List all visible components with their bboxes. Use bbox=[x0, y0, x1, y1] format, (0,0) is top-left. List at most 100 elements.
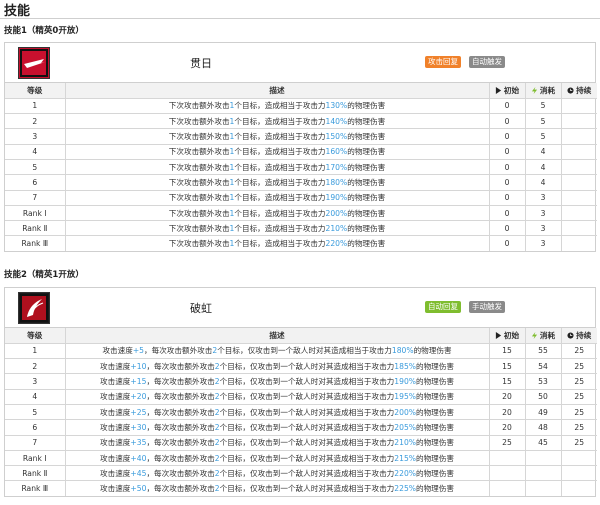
description-text: 个目标，仅攻击到一个敌人时对其造成相当于攻击力 bbox=[219, 377, 395, 387]
row-description: 攻击速度+5，每次攻击额外攻击2个目标，仅攻击到一个敌人时对其造成相当于攻击力1… bbox=[65, 343, 490, 360]
description-text: 下次攻击额外攻击 bbox=[168, 147, 230, 157]
description-text: 下次攻击额外攻击 bbox=[168, 101, 230, 111]
row-cost: 50 bbox=[525, 389, 562, 405]
row-initial bbox=[489, 480, 526, 497]
description-text: 的物理伤害 bbox=[347, 177, 386, 187]
description-value: +40 bbox=[130, 453, 147, 463]
table-row: Rank Ⅰ 下次攻击额外攻击1个目标，造成相当于攻击力200%的物理伤害 0 3 bbox=[5, 205, 597, 222]
row-level: 4 bbox=[5, 389, 66, 405]
row-duration bbox=[561, 236, 597, 251]
description-text: 的物理伤害 bbox=[416, 377, 454, 387]
row-description: 攻击速度+45，每次攻击额外攻击2个目标，仅攻击到一个敌人时对其造成相当于攻击力… bbox=[65, 465, 490, 482]
description-value: 185% bbox=[394, 361, 416, 371]
row-initial: 20 bbox=[489, 419, 526, 436]
table-row: 7 下次攻击额外攻击1个目标，造成相当于攻击力190%的物理伤害 0 3 bbox=[5, 190, 597, 206]
description-text: 的物理伤害 bbox=[416, 468, 454, 478]
row-initial: 25 bbox=[489, 435, 526, 451]
skill1-section-label: 技能1（精英0开放） bbox=[4, 26, 84, 36]
skill2-table: 等级 描述 初始 消耗 持续 1 攻击速度+5，每次攻击额外攻击2个目标，仅攻击到… bbox=[5, 328, 597, 497]
description-text: 个目标，仅攻击到一个敌人时对其造成相当于攻击力 bbox=[219, 361, 395, 371]
table-row: 2 攻击速度+10，每次攻击额外攻击2个目标，仅攻击到一个敌人时对其造成相当于攻击… bbox=[5, 358, 597, 375]
skill1-table: 等级 描述 初始 消耗 持续 1 下次攻击额外攻击1个目标，造成相当于攻击力130… bbox=[5, 83, 597, 252]
description-text: 个目标，造成相当于攻击力 bbox=[234, 132, 326, 142]
description-text: 个目标，仅攻击到一个敌人时对其造成相当于攻击力 bbox=[219, 438, 395, 448]
description-value: 140% bbox=[325, 116, 348, 126]
row-cost: 3 bbox=[525, 205, 562, 222]
col-desc: 描述 bbox=[65, 328, 490, 344]
description-text: ，每次攻击额外攻击 bbox=[146, 484, 215, 494]
row-initial: 0 bbox=[489, 144, 526, 160]
description-text: 攻击速度 bbox=[100, 422, 131, 432]
col-initial: 初始 bbox=[489, 83, 526, 99]
row-level: 1 bbox=[5, 98, 66, 115]
row-description: 下次攻击额外攻击1个目标，造成相当于攻击力190%的物理伤害 bbox=[65, 190, 490, 206]
row-duration bbox=[561, 174, 597, 191]
description-value: 220% bbox=[394, 468, 416, 478]
row-cost: 54 bbox=[525, 358, 562, 375]
description-text: ，每次攻击额外攻击 bbox=[146, 392, 215, 402]
col-initial: 初始 bbox=[489, 328, 526, 344]
description-text: 的物理伤害 bbox=[347, 223, 386, 233]
row-description: 攻击速度+50，每次攻击额外攻击2个目标，仅攻击到一个敌人时对其造成相当于攻击力… bbox=[65, 480, 490, 497]
skill2-section-label: 技能2（精英1开放） bbox=[4, 270, 84, 280]
table-row: Rank Ⅲ 下次攻击额外攻击1个目标，造成相当于攻击力220%的物理伤害 0 3 bbox=[5, 235, 597, 252]
description-value: 160% bbox=[325, 147, 348, 157]
row-level: Rank Ⅱ bbox=[5, 465, 66, 482]
col-cost: 消耗 bbox=[525, 83, 562, 99]
description-text: ，每次攻击额外攻击 bbox=[144, 346, 213, 356]
description-text: 个目标，仅攻击到一个敌人时对其造成相当于攻击力 bbox=[219, 407, 395, 417]
row-cost: 3 bbox=[525, 190, 562, 206]
table-row: 1 下次攻击额外攻击1个目标，造成相当于攻击力130%的物理伤害 0 5 bbox=[5, 98, 597, 115]
row-duration bbox=[561, 220, 597, 237]
row-initial: 0 bbox=[489, 128, 526, 145]
row-description: 攻击速度+20，每次攻击额外攻击2个目标，仅攻击到一个敌人时对其造成相当于攻击力… bbox=[65, 389, 490, 405]
description-text: 的物理伤害 bbox=[347, 239, 386, 249]
row-duration: 25 bbox=[561, 358, 597, 375]
description-value: 190% bbox=[394, 377, 416, 387]
description-text: ，每次攻击额外攻击 bbox=[146, 438, 215, 448]
page-title: 技能 bbox=[4, 4, 31, 19]
row-initial: 0 bbox=[489, 159, 526, 176]
row-cost: 4 bbox=[525, 159, 562, 176]
row-initial: 0 bbox=[489, 98, 526, 115]
col-duration: 持续 bbox=[561, 328, 597, 344]
row-duration: 25 bbox=[561, 404, 597, 421]
description-value: +5 bbox=[132, 346, 145, 356]
row-level: Rank Ⅰ bbox=[5, 450, 66, 467]
row-duration bbox=[561, 159, 597, 176]
row-cost: 49 bbox=[525, 404, 562, 421]
row-duration: 25 bbox=[561, 419, 597, 436]
row-initial: 15 bbox=[489, 343, 526, 360]
description-text: 个目标，造成相当于攻击力 bbox=[234, 116, 326, 126]
description-value: 130% bbox=[325, 101, 348, 111]
row-initial: 0 bbox=[489, 113, 526, 130]
description-text: 个目标，造成相当于攻击力 bbox=[234, 177, 326, 187]
description-value: +50 bbox=[130, 484, 147, 494]
description-value: 170% bbox=[325, 162, 348, 172]
col-level: 等级 bbox=[5, 83, 66, 99]
row-level: 1 bbox=[5, 343, 66, 360]
table-row: 2 下次攻击额外攻击1个目标，造成相当于攻击力140%的物理伤害 0 5 bbox=[5, 113, 597, 130]
row-initial bbox=[489, 450, 526, 467]
row-level: 2 bbox=[5, 358, 66, 375]
description-text: 攻击速度 bbox=[100, 407, 131, 417]
description-value: 190% bbox=[325, 193, 348, 203]
row-description: 攻击速度+15，每次攻击额外攻击2个目标，仅攻击到一个敌人时对其造成相当于攻击力… bbox=[65, 373, 490, 390]
description-text: 的物理伤害 bbox=[347, 208, 386, 218]
row-initial: 0 bbox=[489, 235, 526, 252]
row-cost bbox=[525, 450, 562, 467]
row-cost bbox=[525, 480, 562, 497]
description-text: 的物理伤害 bbox=[416, 407, 454, 417]
description-text: 个目标，造成相当于攻击力 bbox=[234, 193, 326, 203]
description-text: 攻击速度 bbox=[100, 392, 131, 402]
description-text: ，每次攻击额外攻击 bbox=[146, 422, 215, 432]
description-value: 180% bbox=[391, 346, 414, 356]
skill1-tag-recovery: 攻击回复 bbox=[425, 56, 461, 68]
description-value: 215% bbox=[394, 453, 416, 463]
description-text: 的物理伤害 bbox=[413, 346, 452, 356]
clock-icon bbox=[567, 87, 574, 94]
description-text: 的物理伤害 bbox=[347, 193, 386, 203]
description-text: ，每次攻击额外攻击 bbox=[146, 361, 215, 371]
skill1-panel: 贯日 攻击回复 自动触发 等级 描述 初始 消耗 持续 1 下次攻击额外攻击1个目… bbox=[4, 42, 597, 253]
row-level: Rank Ⅲ bbox=[5, 235, 66, 252]
